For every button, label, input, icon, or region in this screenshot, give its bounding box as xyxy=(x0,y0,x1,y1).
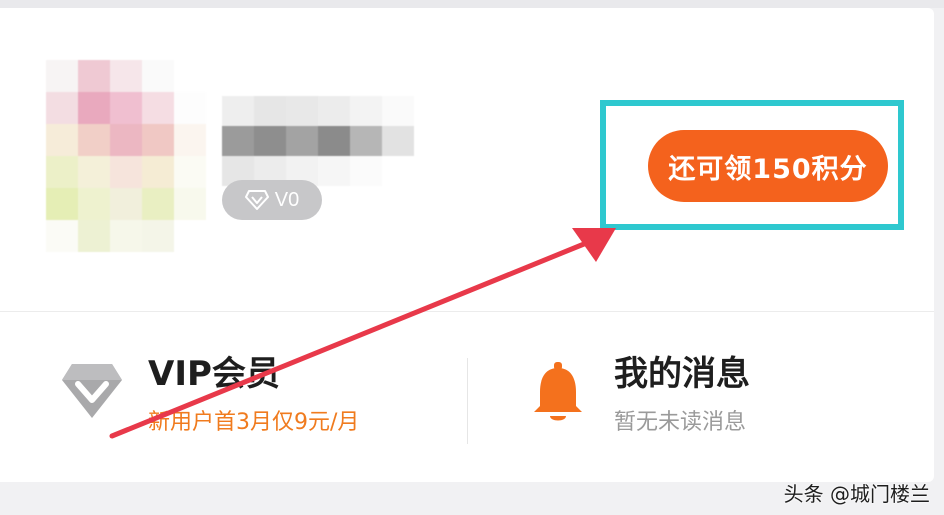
username-redacted xyxy=(222,96,414,188)
diamond-icon xyxy=(244,190,269,210)
avatar[interactable] xyxy=(46,60,206,252)
top-strip xyxy=(0,0,944,8)
vip-title[interactable]: VIP会员 xyxy=(148,346,280,395)
level-badge[interactable]: V0 xyxy=(222,180,322,220)
bell-icon xyxy=(534,362,582,421)
level-label: V0 xyxy=(274,188,300,211)
section-divider xyxy=(0,311,934,312)
claim-points-button[interactable]: 还可领150积分 xyxy=(648,130,888,202)
watermark: 头条 @城门楼兰 xyxy=(783,482,930,506)
messages-title[interactable]: 我的消息 xyxy=(614,346,750,395)
messages-subtitle[interactable]: 暂无未读消息 xyxy=(614,404,746,436)
column-divider xyxy=(467,358,468,444)
diamond-icon xyxy=(62,364,122,418)
page: V0 还可领150积分 VIP会员 新用户首3月仅9元/月 我的消息 暂无未读消… xyxy=(0,0,944,515)
vip-subtitle[interactable]: 新用户首3月仅9元/月 xyxy=(148,404,359,436)
